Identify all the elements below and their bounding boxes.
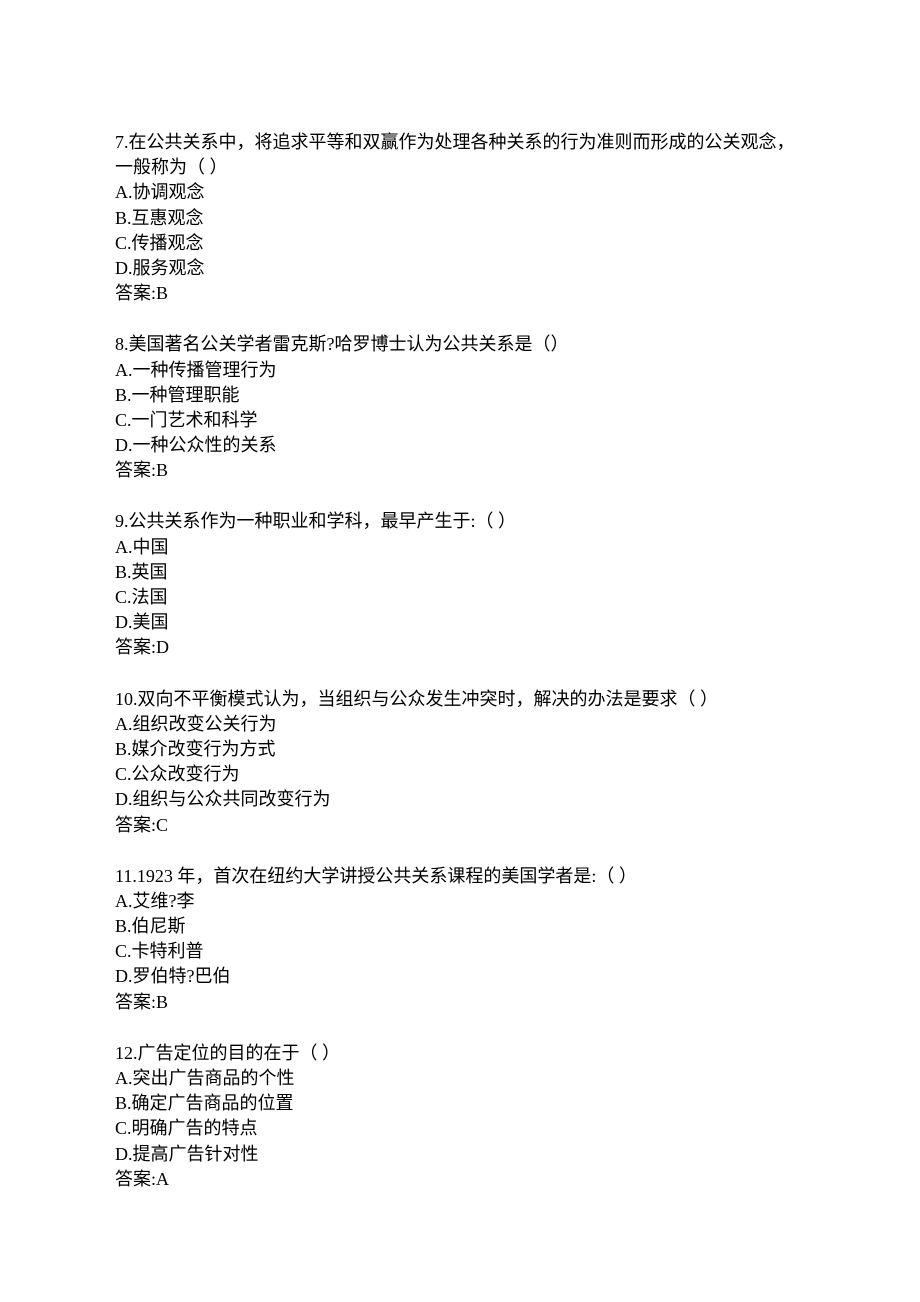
option-d: D.组织与公众共同改变行为 — [115, 787, 805, 812]
answer-line: 答案:C — [115, 813, 805, 838]
option-c: C.传播观念 — [115, 231, 805, 256]
option-c: C.一门艺术和科学 — [115, 408, 805, 433]
option-b: B.英国 — [115, 560, 805, 585]
answer-line: 答案:B — [115, 990, 805, 1015]
answer-line: 答案:B — [115, 458, 805, 483]
option-a: A.一种传播管理行为 — [115, 358, 805, 383]
option-a: A.突出广告商品的个性 — [115, 1066, 805, 1091]
option-d: D.一种公众性的关系 — [115, 433, 805, 458]
option-d: D.服务观念 — [115, 256, 805, 281]
question-block: 7.在公共关系中，将追求平等和双赢作为处理各种关系的行为准则而形成的公关观念，一… — [115, 130, 805, 306]
option-c: C.明确广告的特点 — [115, 1116, 805, 1141]
option-c: C.法国 — [115, 585, 805, 610]
answer-line: 答案:B — [115, 281, 805, 306]
option-b: B.伯尼斯 — [115, 914, 805, 939]
answer-line: 答案:D — [115, 635, 805, 660]
option-c: C.卡特利普 — [115, 939, 805, 964]
option-c: C.公众改变行为 — [115, 762, 805, 787]
question-block: 8.美国著名公关学者雷克斯?哈罗博士认为公共关系是（）A.一种传播管理行为B.一… — [115, 332, 805, 483]
question-text: 9.公共关系作为一种职业和学科，最早产生于:（ ） — [115, 509, 805, 534]
option-a: A.中国 — [115, 535, 805, 560]
question-block: 12.广告定位的目的在于（ ）A.突出广告商品的个性B.确定广告商品的位置C.明… — [115, 1041, 805, 1192]
option-d: D.罗伯特?巴伯 — [115, 964, 805, 989]
question-text: 10.双向不平衡模式认为，当组织与公众发生冲突时，解决的办法是要求（ ） — [115, 687, 805, 712]
question-block: 11.1923 年，首次在纽约大学讲授公共关系课程的美国学者是:（ ）A.艾维?… — [115, 864, 805, 1015]
option-a: A.组织改变公关行为 — [115, 712, 805, 737]
option-b: B.确定广告商品的位置 — [115, 1091, 805, 1116]
option-a: A.协调观念 — [115, 180, 805, 205]
question-text: 7.在公共关系中，将追求平等和双赢作为处理各种关系的行为准则而形成的公关观念，一… — [115, 130, 805, 180]
option-b: B.互惠观念 — [115, 206, 805, 231]
question-text: 8.美国著名公关学者雷克斯?哈罗博士认为公共关系是（） — [115, 332, 805, 357]
question-block: 10.双向不平衡模式认为，当组织与公众发生冲突时，解决的办法是要求（ ）A.组织… — [115, 687, 805, 838]
question-block: 9.公共关系作为一种职业和学科，最早产生于:（ ）A.中国B.英国C.法国D.美… — [115, 509, 805, 660]
option-b: B.媒介改变行为方式 — [115, 737, 805, 762]
question-text: 11.1923 年，首次在纽约大学讲授公共关系课程的美国学者是:（ ） — [115, 864, 805, 889]
option-d: D.美国 — [115, 610, 805, 635]
option-a: A.艾维?李 — [115, 889, 805, 914]
answer-line: 答案:A — [115, 1167, 805, 1192]
option-d: D.提高广告针对性 — [115, 1142, 805, 1167]
question-text: 12.广告定位的目的在于（ ） — [115, 1041, 805, 1066]
option-b: B.一种管理职能 — [115, 383, 805, 408]
